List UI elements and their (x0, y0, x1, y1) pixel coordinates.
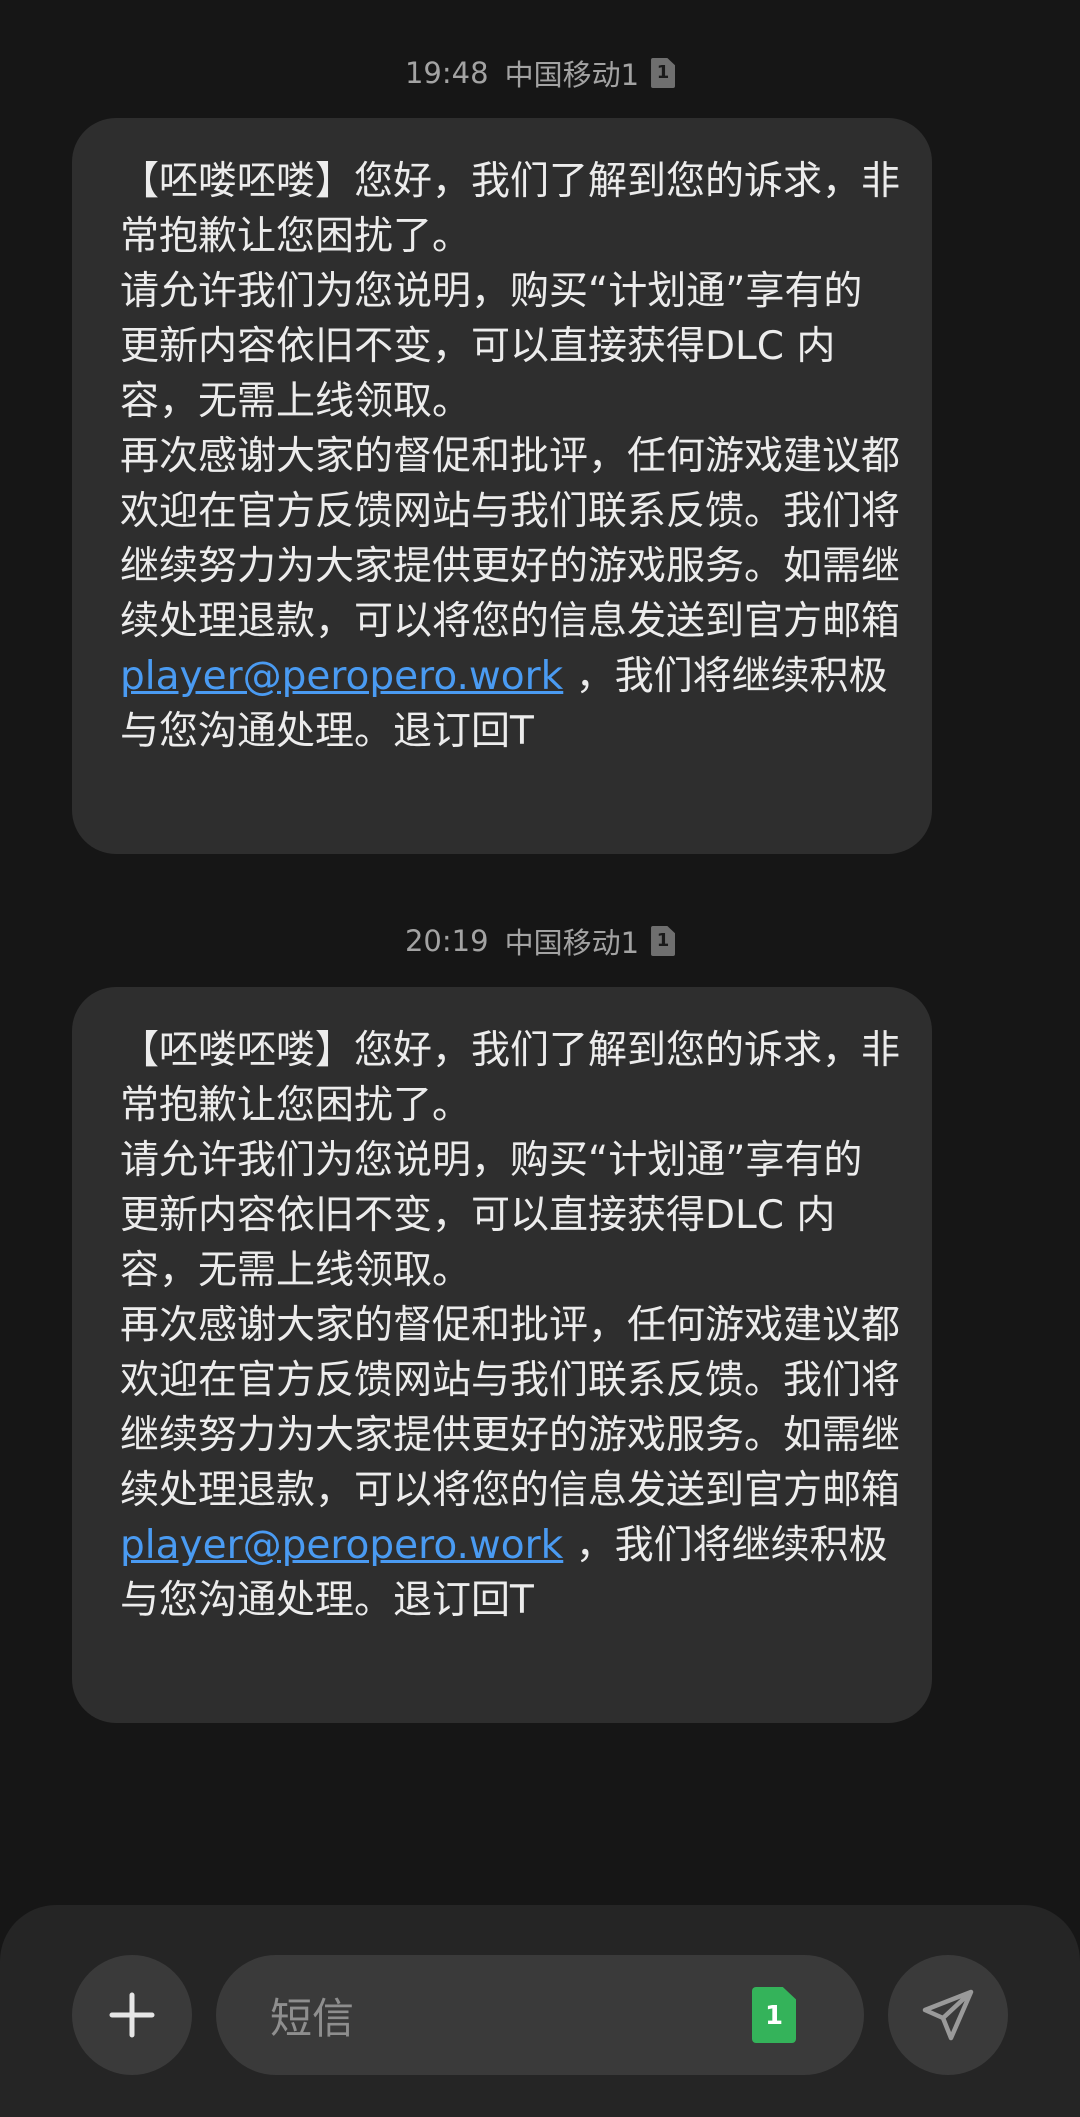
message-text: 【呸喽呸喽】您好，我们了解到您的诉求，非常抱歉让您困扰了。 请允许我们为您说明，… (120, 159, 901, 644)
sim-card-icon: 1 (651, 58, 676, 88)
message-thread[interactable]: 19:48 中国移动1 1 【呸喽呸喽】您好，我们了解到您的诉求，非常抱歉让您困… (0, 0, 1080, 1905)
send-button[interactable] (888, 1955, 1008, 2075)
message-text: 【呸喽呸喽】您好，我们了解到您的诉求，非常抱歉让您困扰了。 请允许我们为您说明，… (120, 1028, 901, 1513)
email-link[interactable]: player@peropero.work (120, 654, 563, 699)
message-body: 【呸喽呸喽】您好，我们了解到您的诉求，非常抱歉让您困扰了。 请允许我们为您说明，… (120, 1023, 900, 1628)
attach-button[interactable] (72, 1955, 192, 2075)
sim-card-icon: 1 (651, 926, 676, 956)
sms-input-placeholder: 短信 (270, 1993, 355, 2043)
plus-icon (109, 1992, 155, 2038)
message-carrier: 中国移动1 (504, 58, 640, 92)
send-icon (922, 1989, 974, 2041)
message-bubble-1[interactable]: 【呸喽呸喽】您好，我们了解到您的诉求，非常抱歉让您困扰了。 请允许我们为您说明，… (72, 118, 932, 854)
message-time: 19:48 (404, 56, 489, 90)
message-bubble-2[interactable]: 【呸喽呸喽】您好，我们了解到您的诉求，非常抱歉让您困扰了。 请允许我们为您说明，… (72, 987, 932, 1723)
email-link[interactable]: player@peropero.work (120, 1523, 563, 1568)
message-time: 20:19 (404, 924, 489, 958)
composer-bar: 短信 1 (0, 1905, 1080, 2117)
message-carrier: 中国移动1 (504, 926, 640, 960)
sms-input[interactable]: 短信 1 (216, 1955, 864, 2075)
message-meta-1: 19:48 中国移动1 1 (0, 48, 1080, 98)
sim-select-icon[interactable]: 1 (752, 1987, 796, 2043)
message-body: 【呸喽呸喽】您好，我们了解到您的诉求，非常抱歉让您困扰了。 请允许我们为您说明，… (120, 154, 900, 759)
message-meta-2: 20:19 中国移动1 1 (0, 916, 1080, 966)
